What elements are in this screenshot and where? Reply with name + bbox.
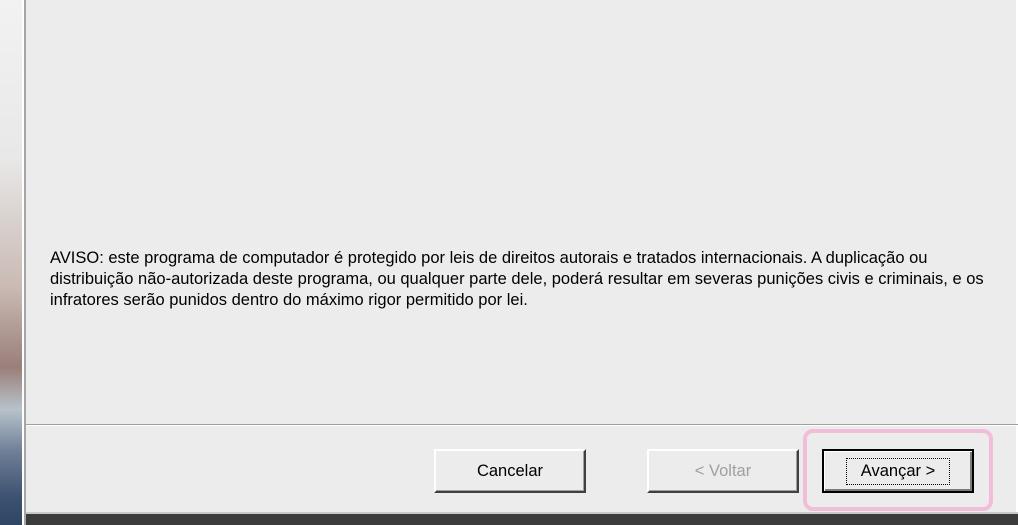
- cancel-button-label: Cancelar: [476, 461, 544, 480]
- next-button-label: Avançar >: [860, 461, 936, 480]
- button-area-separator: [26, 424, 1018, 426]
- back-button-label: < Voltar: [694, 461, 752, 480]
- copyright-warning-text: AVISO: este programa de computador é pro…: [50, 249, 984, 309]
- cancel-button[interactable]: Cancelar: [434, 449, 586, 493]
- desktop-background-strip: [0, 0, 22, 525]
- back-button[interactable]: < Voltar: [647, 449, 799, 493]
- installer-wizard-window: AVISO: este programa de computador é pro…: [24, 0, 1018, 525]
- screenshot-root: AVISO: este programa de computador é pro…: [0, 0, 1018, 525]
- window-bottom-border: [26, 514, 1018, 525]
- next-button-focus-rect: Avançar >: [845, 457, 951, 485]
- next-button[interactable]: Avançar >: [822, 449, 974, 493]
